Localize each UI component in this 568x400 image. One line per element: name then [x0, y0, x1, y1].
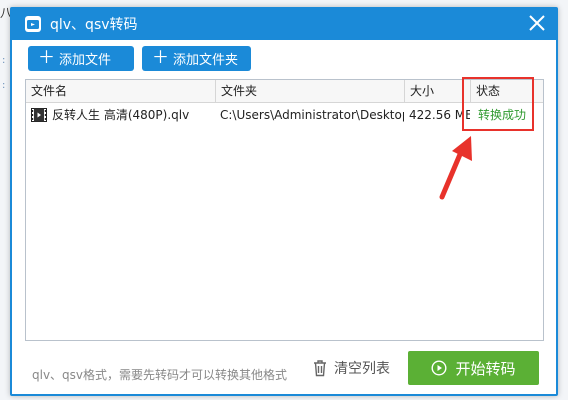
add-folder-button[interactable]: ＋ 添加文件夹 — [142, 46, 251, 71]
title-bar: qlv、qsv转码 — [10, 7, 558, 40]
play-circle-icon — [431, 360, 447, 376]
plus-icon: ＋ — [152, 48, 169, 68]
background-dot: : — [2, 80, 6, 91]
video-file-icon — [31, 108, 47, 122]
file-name: 反转人生 高清(480P).qlv — [52, 108, 190, 122]
add-file-label: 添加文件 — [59, 53, 112, 68]
footer-note: qlv、qsv格式，需要先转码才可以转换其他格式 — [32, 368, 288, 382]
start-convert-label: 开始转码 — [455, 359, 516, 378]
column-header-name[interactable]: 文件名 — [26, 80, 216, 102]
add-folder-label: 添加文件夹 — [173, 53, 239, 68]
clear-list-button[interactable]: 清空列表 — [312, 358, 390, 378]
column-header-folder[interactable]: 文件夹 — [216, 80, 405, 102]
add-file-button[interactable]: ＋ 添加文件 — [28, 46, 134, 71]
annotation-arrow-icon — [439, 136, 472, 200]
close-button[interactable] — [526, 12, 548, 34]
app-icon — [25, 16, 41, 32]
clear-list-label: 清空列表 — [334, 361, 390, 377]
background-dot: : — [2, 55, 6, 66]
start-convert-button[interactable]: 开始转码 — [408, 351, 539, 385]
window-title: qlv、qsv转码 — [50, 17, 138, 33]
file-size: 422.56 MB — [409, 108, 470, 122]
close-icon — [529, 15, 545, 31]
file-folder: C:\Users\Administrator\Desktop — [220, 108, 404, 122]
trash-icon — [314, 360, 326, 377]
plus-icon: ＋ — [38, 48, 55, 68]
status-highlight-box — [462, 77, 534, 131]
